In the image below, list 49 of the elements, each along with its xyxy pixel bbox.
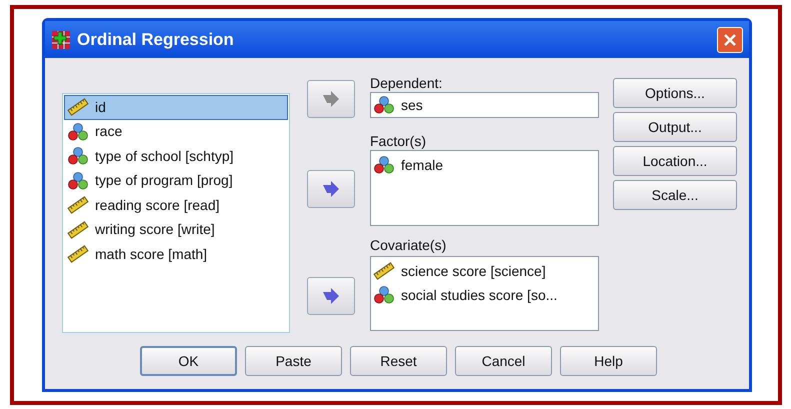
variable-box[interactable]: science score [science] social studies score [so... bbox=[370, 256, 599, 331]
arrow-icon bbox=[321, 91, 341, 107]
variable-label: id bbox=[95, 98, 106, 117]
variable-label: type of program [prog] bbox=[95, 171, 233, 190]
variable-label: race bbox=[95, 122, 122, 142]
dialog-button[interactable]: Cancel bbox=[455, 346, 552, 376]
dialog-button[interactable]: Help bbox=[560, 346, 657, 376]
side-button[interactable]: Options... bbox=[613, 78, 737, 108]
move-arrow-button[interactable] bbox=[307, 170, 355, 208]
dialog-button[interactable]: OK bbox=[140, 346, 237, 376]
variable-label: type of school [schtyp] bbox=[95, 146, 234, 166]
side-button[interactable]: Location... bbox=[613, 146, 737, 176]
variable-label: ses bbox=[401, 96, 423, 114]
variable-item[interactable]: reading score [read] bbox=[64, 193, 288, 218]
variable-label: reading score [read] bbox=[95, 196, 220, 215]
dialog-button[interactable]: Paste bbox=[245, 346, 342, 376]
window-title: Ordinal Regression bbox=[77, 28, 234, 51]
variable-label: science score [science] bbox=[401, 262, 546, 281]
arrow-icon bbox=[321, 288, 341, 304]
field-label: Dependent: bbox=[370, 75, 444, 92]
three-balls-icon bbox=[373, 96, 395, 114]
arrow-icon bbox=[321, 181, 341, 197]
variable-label: female bbox=[401, 156, 444, 174]
variable-item[interactable]: race bbox=[64, 120, 288, 144]
variable-item[interactable]: math score [math] bbox=[64, 242, 288, 266]
variable-item[interactable]: id bbox=[64, 95, 288, 120]
variable-field[interactable]: ses bbox=[370, 92, 599, 118]
close-button[interactable] bbox=[717, 26, 743, 52]
field-label: Covariate(s) bbox=[370, 237, 448, 254]
variable-item[interactable]: type of school [schtyp] bbox=[64, 144, 288, 168]
variable-box[interactable]: female bbox=[370, 150, 599, 226]
three-balls-icon bbox=[373, 286, 395, 304]
move-arrow-button[interactable] bbox=[307, 277, 355, 315]
three-balls-icon bbox=[67, 172, 89, 190]
variable-item[interactable]: type of program [prog] bbox=[64, 168, 288, 193]
three-balls-icon bbox=[67, 147, 89, 166]
close-icon bbox=[723, 32, 737, 46]
dialog-button[interactable]: Reset bbox=[350, 346, 447, 376]
variable-label: writing score [write] bbox=[95, 220, 215, 240]
field-label: Factor(s) bbox=[370, 133, 427, 150]
app-icon bbox=[51, 30, 71, 50]
variable-item[interactable]: writing score [write] bbox=[64, 218, 288, 242]
ruler-icon bbox=[67, 98, 89, 116]
side-button[interactable]: Scale... bbox=[613, 180, 737, 210]
three-balls-icon bbox=[373, 156, 395, 174]
three-balls-icon bbox=[67, 122, 89, 141]
side-button[interactable]: Output... bbox=[613, 112, 737, 142]
variable-label: math score [math] bbox=[95, 244, 208, 264]
variable-label: social studies score [so... bbox=[401, 286, 558, 305]
